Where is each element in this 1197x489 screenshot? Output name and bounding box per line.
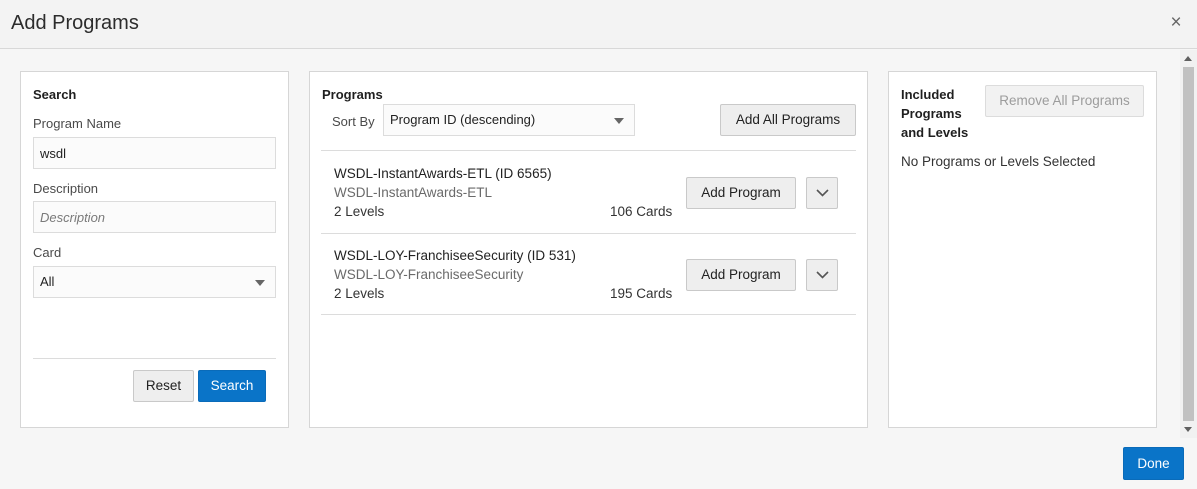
included-heading-line2: Programs: [901, 106, 962, 121]
search-heading: Search: [33, 87, 77, 102]
search-panel: Search Program Name Description Card All…: [20, 71, 289, 428]
sort-by-label: Sort By: [332, 114, 375, 129]
program-cards: 195 Cards: [610, 286, 673, 301]
description-label: Description: [33, 181, 99, 196]
scrollbar-thumb[interactable]: [1183, 67, 1194, 421]
chevron-down-icon: [816, 271, 829, 279]
scroll-up-icon[interactable]: [1184, 56, 1192, 61]
card-select[interactable]: All: [33, 266, 276, 298]
sort-select[interactable]: Program ID (descending): [383, 104, 635, 136]
programs-heading: Programs: [322, 87, 383, 102]
row-divider: [321, 233, 856, 234]
add-program-button[interactable]: Add Program: [686, 177, 796, 209]
reset-button[interactable]: Reset: [133, 370, 194, 402]
empty-selection-text: No Programs or Levels Selected: [901, 154, 1096, 169]
search-button[interactable]: Search: [198, 370, 266, 402]
program-title: WSDL-InstantAwards-ETL (ID 6565): [334, 166, 552, 181]
chevron-down-icon: [255, 280, 265, 286]
row-divider: [321, 314, 856, 315]
program-name-input[interactable]: [33, 137, 276, 169]
program-cards: 106 Cards: [610, 204, 673, 219]
remove-all-programs-button[interactable]: Remove All Programs: [985, 85, 1144, 117]
description-input[interactable]: [33, 201, 276, 233]
add-all-programs-button[interactable]: Add All Programs: [720, 104, 856, 136]
included-heading-line1: Included: [901, 87, 955, 102]
close-icon[interactable]: ×: [1167, 13, 1185, 33]
program-levels: 2 Levels: [334, 286, 385, 301]
program-title: WSDL-LOY-FranchiseeSecurity (ID 531): [334, 248, 576, 263]
add-programs-dialog: Add Programs × Search Program Name Descr…: [0, 0, 1197, 489]
done-button[interactable]: Done: [1123, 447, 1184, 480]
chevron-down-icon: [816, 189, 829, 197]
scroll-down-icon[interactable]: [1184, 427, 1192, 432]
programs-divider: [321, 150, 856, 151]
sort-select-value: Program ID (descending): [390, 112, 536, 127]
dialog-title: Add Programs: [11, 12, 139, 34]
program-levels: 2 Levels: [334, 204, 385, 219]
included-heading-line3: and Levels: [901, 125, 969, 140]
search-divider: [33, 358, 276, 359]
dialog-scrollbar[interactable]: [1180, 50, 1197, 438]
program-name-label: Program Name: [33, 116, 122, 131]
dialog-header: Add Programs ×: [0, 0, 1197, 49]
programs-panel: Programs Sort By Program ID (descending)…: [309, 71, 868, 428]
card-select-value: All: [40, 274, 55, 289]
included-panel: Included Programs and Levels Remove All …: [888, 71, 1157, 428]
expand-program-button[interactable]: [806, 259, 838, 291]
card-label: Card: [33, 245, 62, 260]
program-subtitle: WSDL-InstantAwards-ETL: [334, 185, 493, 200]
program-subtitle: WSDL-LOY-FranchiseeSecurity: [334, 267, 524, 282]
expand-program-button[interactable]: [806, 177, 838, 209]
add-program-button[interactable]: Add Program: [686, 259, 796, 291]
chevron-down-icon: [614, 118, 624, 124]
